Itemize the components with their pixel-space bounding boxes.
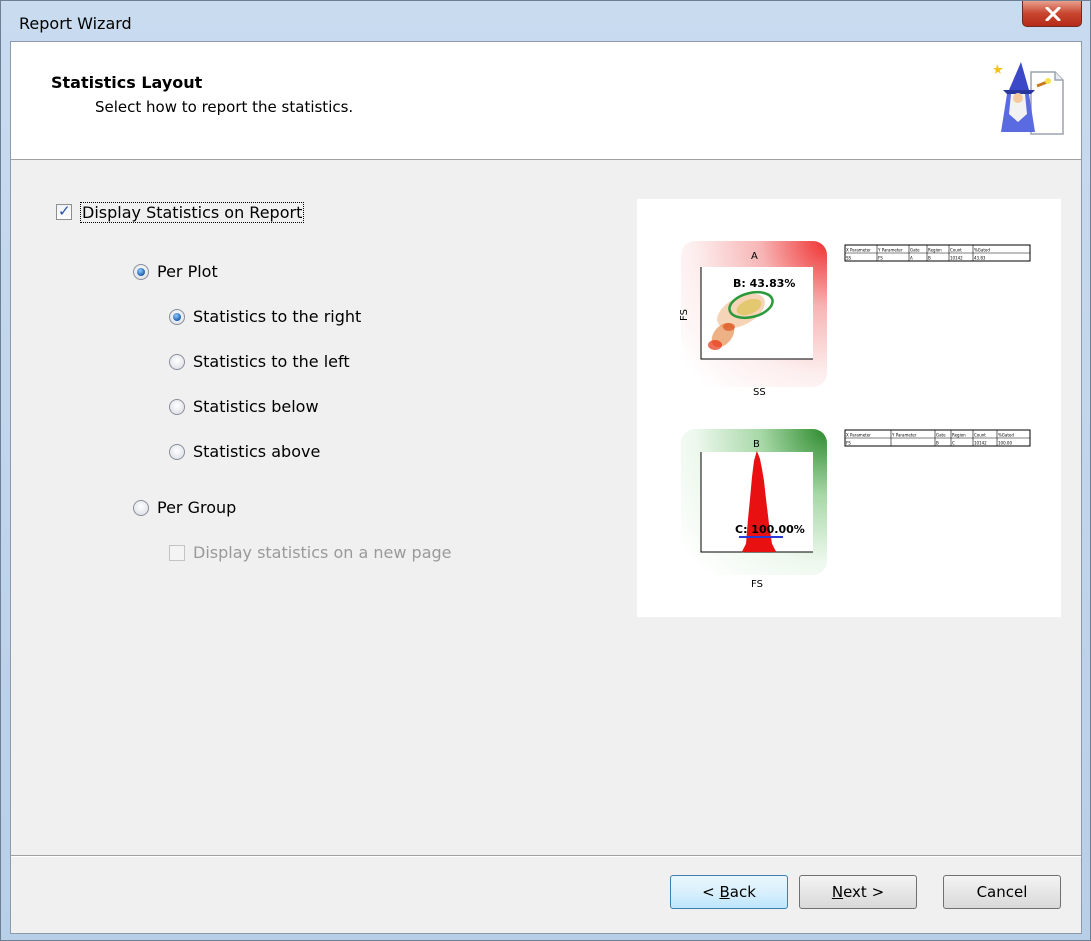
plot-a-title: A bbox=[751, 251, 758, 262]
cancel-button[interactable]: Cancel bbox=[943, 875, 1061, 909]
statistics-above-label[interactable]: Statistics above bbox=[193, 442, 320, 461]
plot-a-x-label: SS bbox=[753, 387, 766, 398]
window-title: Report Wizard bbox=[19, 14, 132, 33]
plot-a-y-label: FS bbox=[679, 309, 690, 321]
close-button[interactable] bbox=[1022, 1, 1082, 27]
table-a-header-region: Region bbox=[928, 248, 942, 253]
table-a-header-y-parameter: Y Parameter bbox=[877, 248, 903, 253]
radio-selected-icon bbox=[137, 268, 145, 276]
table-b-header-gate: Gate bbox=[936, 433, 946, 438]
close-icon bbox=[1045, 7, 1061, 21]
table-a-cell-x: SS bbox=[846, 256, 852, 261]
stats-table-b: X Parameter Y Parameter Gate Region Coun… bbox=[844, 429, 1031, 447]
page-subtitle: Select how to report the statistics. bbox=[95, 98, 354, 116]
table-b-header-y-parameter: Y Parameter bbox=[891, 433, 917, 438]
statistics-below-label[interactable]: Statistics below bbox=[193, 397, 319, 416]
layout-preview: A SS FS B: 43.83% X Parameter Y Paramete… bbox=[637, 199, 1061, 617]
table-a-cell-region: B bbox=[928, 256, 931, 261]
statistics-right-radio[interactable] bbox=[169, 309, 185, 325]
plot-b-title: B bbox=[753, 439, 760, 450]
table-a-header-gate: Gate bbox=[910, 248, 920, 253]
next-button[interactable]: Next > bbox=[799, 875, 917, 909]
table-b-cell-x: FS bbox=[846, 441, 851, 446]
next-button-rest: ext > bbox=[843, 883, 885, 901]
table-b-header-region: Region bbox=[952, 433, 966, 438]
statistics-left-label[interactable]: Statistics to the left bbox=[193, 352, 350, 371]
display-statistics-label[interactable]: Display Statistics on Report bbox=[80, 202, 305, 223]
wizard-icon bbox=[993, 62, 1064, 135]
back-button-prefix: < bbox=[702, 883, 720, 901]
plot-b-x-label: FS bbox=[751, 579, 763, 590]
table-b-cell-gated: 100.00 bbox=[998, 441, 1012, 446]
preview-illustration: A SS FS B: 43.83% X Parameter Y Paramete… bbox=[679, 241, 1031, 590]
statistics-above-radio[interactable] bbox=[169, 444, 185, 460]
new-page-label[interactable]: Display statistics on a new page bbox=[193, 543, 452, 562]
table-a-cell-y: FS bbox=[878, 256, 883, 261]
stats-table-a: X Parameter Y Parameter Gate Region Coun… bbox=[844, 244, 1031, 262]
table-b-header-x-parameter: X Parameter bbox=[846, 433, 871, 438]
table-a-header-x-parameter: X Parameter bbox=[846, 248, 871, 253]
table-b-cell-region: C bbox=[952, 441, 955, 446]
display-statistics-checkbox[interactable]: ✓ bbox=[56, 202, 72, 220]
table-b-cell-count: 10142 bbox=[974, 441, 987, 446]
back-button-rest: ack bbox=[729, 883, 756, 901]
per-plot-radio[interactable] bbox=[133, 264, 149, 280]
table-a-cell-count: 10142 bbox=[950, 256, 963, 261]
report-wizard-window: Report Wizard Statistics Layout Select h… bbox=[0, 0, 1091, 941]
wizard-header: Statistics Layout Select how to report t… bbox=[11, 42, 1081, 160]
table-b-cell-gate: B bbox=[936, 441, 939, 446]
wizard-client-area: Statistics Layout Select how to report t… bbox=[10, 41, 1082, 934]
table-b-header-count: Count bbox=[974, 433, 986, 438]
plot-b-region-label: C: 100.00% bbox=[735, 523, 805, 536]
back-button-mnemonic: B bbox=[719, 883, 730, 901]
per-plot-label[interactable]: Per Plot bbox=[157, 262, 218, 281]
radio-selected-icon bbox=[173, 313, 181, 321]
page-title: Statistics Layout bbox=[51, 73, 203, 92]
footer-separator bbox=[11, 855, 1081, 857]
table-a-header-count: Count bbox=[950, 248, 962, 253]
per-group-radio[interactable] bbox=[133, 500, 149, 516]
table-a-cell-gate: A bbox=[910, 256, 913, 261]
checkmark-icon: ✓ bbox=[58, 202, 71, 220]
new-page-checkbox[interactable] bbox=[169, 545, 185, 561]
per-group-label[interactable]: Per Group bbox=[157, 498, 236, 517]
statistics-right-label[interactable]: Statistics to the right bbox=[193, 307, 361, 326]
statistics-below-radio[interactable] bbox=[169, 399, 185, 415]
title-bar[interactable]: Report Wizard bbox=[1, 1, 1090, 41]
table-b-header-gated: %Gated bbox=[998, 433, 1014, 438]
table-a-header-gated: %Gated bbox=[974, 248, 990, 253]
plot-a-region-label: B: 43.83% bbox=[733, 277, 795, 290]
table-a-cell-gated: 43.83 bbox=[974, 256, 986, 261]
back-button[interactable]: < Back bbox=[670, 875, 788, 909]
next-button-mnemonic: N bbox=[831, 883, 844, 901]
statistics-left-radio[interactable] bbox=[169, 354, 185, 370]
